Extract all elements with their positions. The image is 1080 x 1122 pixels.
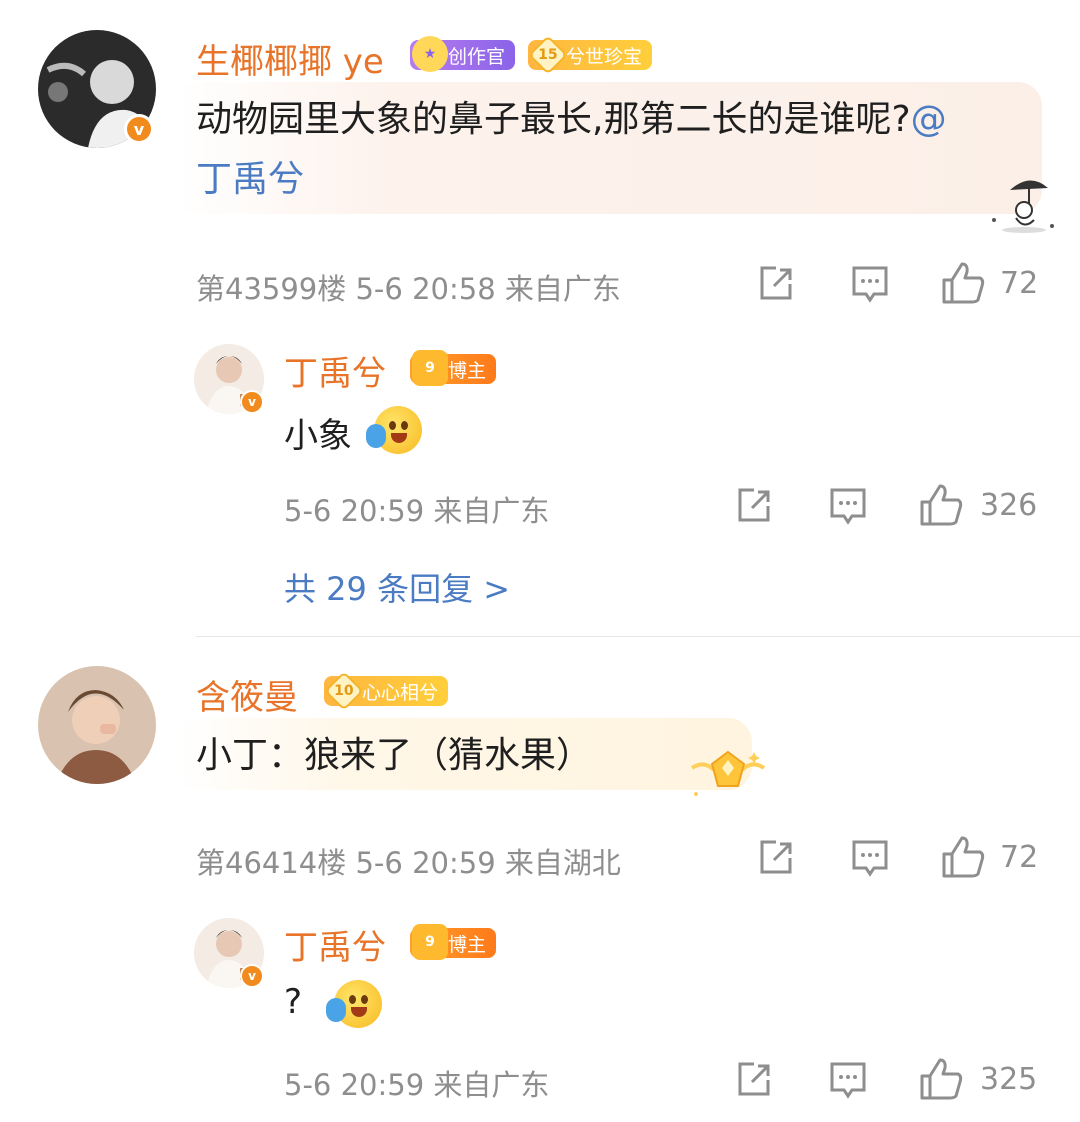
- crown-icon: 9: [412, 350, 448, 386]
- comment-text: 小丁：狼来了（猜水果）: [196, 735, 593, 776]
- thumbs-up-icon[interactable]: [918, 1056, 964, 1102]
- creator-badge-icon: ★: [412, 36, 448, 72]
- reply-text: ?: [284, 982, 303, 1022]
- like-count: 72: [1000, 840, 1039, 875]
- crown-icon: 9: [412, 924, 448, 960]
- like-count: 72: [1000, 266, 1039, 301]
- like-count: 326: [980, 488, 1038, 523]
- fan-level-icon: 15: [528, 35, 568, 75]
- fan-badge[interactable]: 15 兮世珍宝: [528, 35, 653, 75]
- comment-meta: 第43599楼 5-6 20:58 来自广东: [196, 272, 621, 306]
- smile-emoji-icon: [326, 980, 382, 1028]
- share-icon[interactable]: [756, 264, 796, 304]
- thumbs-up-icon[interactable]: [940, 260, 986, 306]
- avatar[interactable]: [38, 666, 156, 784]
- comment-icon[interactable]: [850, 838, 890, 878]
- comment-icon[interactable]: [828, 1060, 868, 1100]
- fan-badge[interactable]: 10 心心相兮: [324, 671, 449, 711]
- comment-icon[interactable]: [850, 264, 890, 304]
- reply-meta: 5-6 20:59 来自广东: [284, 494, 550, 528]
- reply-username[interactable]: 丁禹兮: [284, 920, 386, 969]
- reply-meta: 5-6 20:59 来自广东: [284, 1068, 550, 1102]
- creator-badge[interactable]: ★ 创作官: [410, 36, 516, 72]
- thumbs-up-icon[interactable]: [918, 482, 964, 528]
- comment-username[interactable]: 含筱曼: [196, 670, 298, 719]
- thumbs-up-icon[interactable]: [940, 834, 986, 880]
- comment-meta: 第46414楼 5-6 20:59 来自湖北: [196, 846, 621, 880]
- share-icon[interactable]: [734, 1060, 774, 1100]
- divider: [196, 636, 1080, 637]
- smile-emoji-icon: [366, 406, 422, 454]
- gold-crest-sticker-icon: [690, 750, 766, 796]
- verified-icon: v: [240, 964, 264, 988]
- like-count: 325: [980, 1062, 1038, 1097]
- comment-text: 动物园里大象的鼻子最长,那第二长的是谁呢?@丁禹兮: [196, 99, 947, 200]
- verified-icon: v: [240, 390, 264, 414]
- comment-username[interactable]: 生椰椰揶 ye: [196, 34, 384, 83]
- more-replies-link[interactable]: 共 29 条回复 >: [284, 564, 510, 610]
- umbrella-sticker-icon: [992, 180, 1054, 233]
- verified-icon: v: [124, 114, 154, 144]
- comment-icon[interactable]: [828, 486, 868, 526]
- share-icon[interactable]: [734, 486, 774, 526]
- host-badge[interactable]: 9 博主: [410, 924, 497, 960]
- reply-text: 小象: [284, 416, 352, 456]
- reply-username[interactable]: 丁禹兮: [284, 346, 386, 395]
- share-icon[interactable]: [756, 838, 796, 878]
- host-badge[interactable]: 9 博主: [410, 350, 497, 386]
- fan-level-icon: 10: [324, 671, 364, 711]
